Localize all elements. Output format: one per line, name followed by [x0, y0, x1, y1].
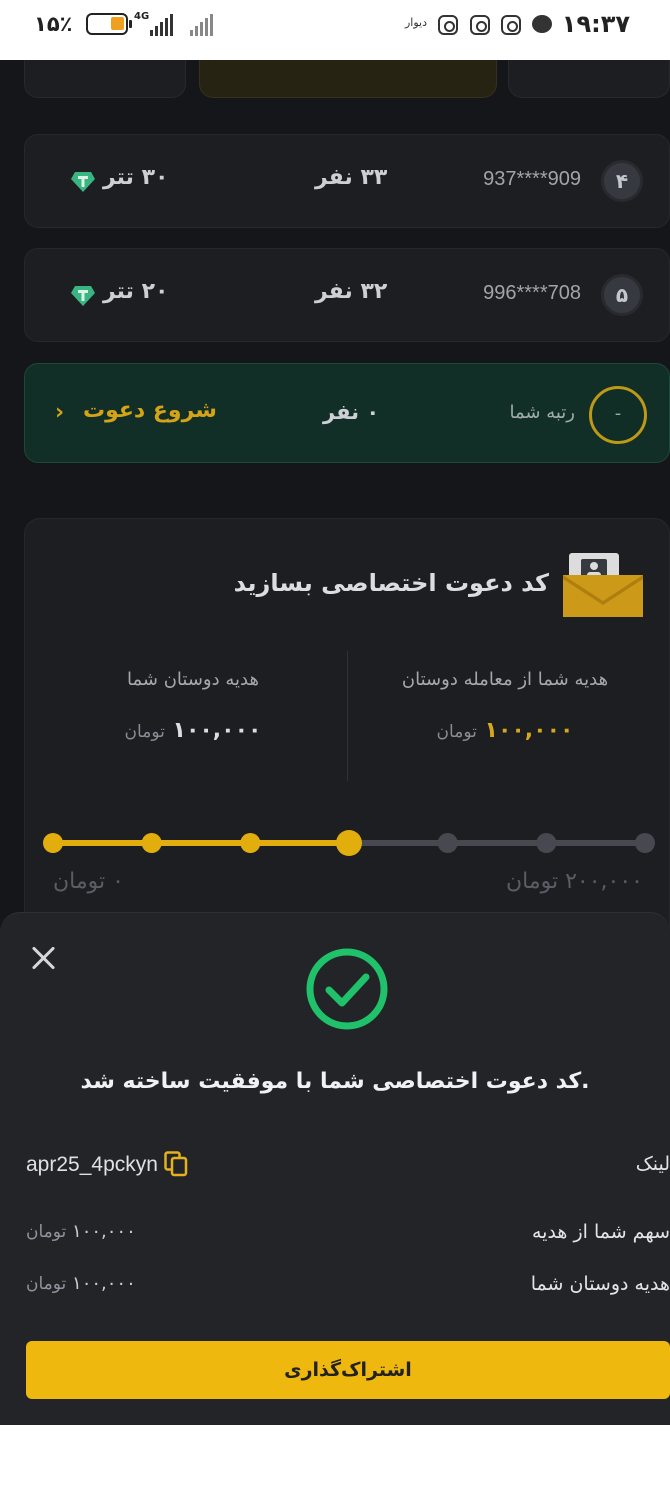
- share-button[interactable]: اشتراک‌گذاری: [26, 1341, 670, 1399]
- friends-gift-row: هدیه دوستان شما ۱۰۰,۰۰۰ تومان: [26, 1273, 670, 1303]
- friends-gift-value: ۱۰۰,۰۰۰: [72, 1273, 136, 1294]
- your-share-label: سهم شما از هدیه: [531, 1221, 670, 1243]
- signal-icon-2: [190, 14, 213, 36]
- success-bottom-sheet: کد دعوت اختصاصی شما با موفقیت ساخته شد. …: [0, 912, 670, 1425]
- currency-label: تومان: [26, 1222, 67, 1242]
- friends-gift-label: هدیه دوستان شما: [530, 1273, 670, 1295]
- status-bar: ۱۵٪ 4G دیوار ۱۹:۳۷: [0, 0, 670, 60]
- copy-icon[interactable]: [164, 1151, 188, 1177]
- close-icon[interactable]: [30, 945, 56, 971]
- currency-label: تومان: [26, 1274, 67, 1294]
- your-share-row: سهم شما از هدیه ۱۰۰,۰۰۰ تومان: [26, 1221, 670, 1251]
- battery-percent: ۱۵٪: [34, 12, 73, 36]
- success-check-icon: [306, 948, 388, 1030]
- clock: ۱۹:۳۷: [561, 10, 630, 38]
- invite-link-row: لینک apr25_4pckyn: [26, 1151, 670, 1183]
- instagram-icon: [501, 15, 521, 35]
- link-label: لینک: [635, 1153, 670, 1175]
- instagram-icon: [470, 15, 490, 35]
- your-share-value: ۱۰۰,۰۰۰: [72, 1221, 136, 1242]
- notification-app-label: دیوار: [405, 16, 428, 29]
- network-type: 4G: [134, 11, 150, 22]
- signal-icon: [150, 14, 173, 36]
- chat-bubble-icon: [532, 15, 552, 33]
- instagram-icon: [438, 15, 458, 35]
- success-message: کد دعوت اختصاصی شما با موفقیت ساخته شد.: [80, 1069, 590, 1094]
- invite-link-code[interactable]: apr25_4pckyn: [26, 1153, 158, 1177]
- battery-icon: [86, 13, 132, 35]
